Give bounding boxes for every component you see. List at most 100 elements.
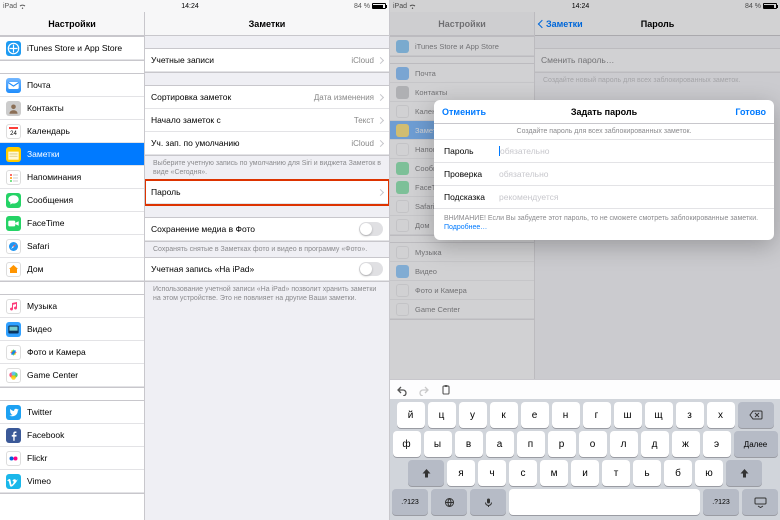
key-mic[interactable] xyxy=(470,489,506,515)
reminders-icon xyxy=(6,170,21,185)
key-letter[interactable]: у xyxy=(459,402,487,428)
key-letter[interactable]: х xyxy=(707,402,735,428)
sidebar-item-reminders[interactable]: Напоминания xyxy=(0,166,144,189)
field-placeholder: обязательно xyxy=(499,169,549,179)
sidebar-item-label: Дом xyxy=(27,264,138,274)
row-default-account[interactable]: Уч. зап. по умолчаниюiCloud xyxy=(145,132,389,155)
music-icon xyxy=(6,299,21,314)
key-letter[interactable]: й xyxy=(397,402,425,428)
key-numbers[interactable]: .?123 xyxy=(392,489,428,515)
sidebar-item-messages[interactable]: Сообщения xyxy=(0,189,144,212)
key-letter[interactable]: э xyxy=(703,431,731,457)
field-verify[interactable]: Проверкаобязательно xyxy=(434,162,774,185)
key-letter[interactable]: ы xyxy=(424,431,452,457)
sidebar-item-flickr[interactable]: Flickr xyxy=(0,447,144,470)
key-letter[interactable]: н xyxy=(552,402,580,428)
key-letter[interactable]: д xyxy=(641,431,669,457)
sidebar-item-photos[interactable]: Фото и Камера xyxy=(0,341,144,364)
sidebar-item-mail[interactable]: Почта xyxy=(0,74,144,97)
row-startwith[interactable]: Начало заметок сТекст xyxy=(145,109,389,132)
facebook-icon xyxy=(6,428,21,443)
sidebar-item-notes[interactable]: Заметки xyxy=(0,143,144,166)
default-account-footer: Выберите учетную запись по умолчанию для… xyxy=(145,156,389,180)
clipboard-icon[interactable] xyxy=(440,384,452,396)
key-letter[interactable]: с xyxy=(509,460,537,486)
key-letter[interactable]: я xyxy=(447,460,475,486)
sidebar-item-appstore[interactable]: iTunes Store и App Store xyxy=(0,37,144,60)
row-accounts[interactable]: Учетные записиiCloud xyxy=(145,49,389,72)
settings-sidebar: Настройки iTunes Store и App Store Почта… xyxy=(0,12,145,520)
field-password[interactable]: Парольобязательно xyxy=(434,139,774,162)
key-letter[interactable]: ц xyxy=(428,402,456,428)
key-backspace[interactable] xyxy=(738,402,774,428)
sidebar-item-facebook[interactable]: Facebook xyxy=(0,424,144,447)
key-letter[interactable]: в xyxy=(455,431,483,457)
done-button[interactable]: Готово xyxy=(735,107,766,117)
learn-more-link[interactable]: Подробнее… xyxy=(444,224,487,231)
key-letter[interactable]: ю xyxy=(695,460,723,486)
vimeo-icon xyxy=(6,474,21,489)
sidebar-item-label: Почта xyxy=(27,80,138,90)
cancel-button[interactable]: Отменить xyxy=(442,107,486,117)
key-globe[interactable] xyxy=(431,489,467,515)
key-letter[interactable]: к xyxy=(490,402,518,428)
sidebar-item-facetime[interactable]: FaceTime xyxy=(0,212,144,235)
sidebar-item-contacts[interactable]: Контакты xyxy=(0,97,144,120)
key-letter[interactable]: п xyxy=(517,431,545,457)
sidebar-item-music[interactable]: Музыка xyxy=(0,295,144,318)
device-label: iPad xyxy=(3,3,17,10)
key-letter[interactable]: г xyxy=(583,402,611,428)
key-shift[interactable] xyxy=(726,460,762,486)
field-hint[interactable]: Подсказкарекомендуется xyxy=(434,185,774,208)
key-space[interactable] xyxy=(509,489,700,515)
sidebar-item-gamecenter[interactable]: Game Center xyxy=(0,364,144,387)
sidebar-item-label: Сообщения xyxy=(27,195,138,205)
undo-icon[interactable] xyxy=(396,384,408,396)
sidebar-item-twitter[interactable]: Twitter xyxy=(0,401,144,424)
sidebar-item-label: Vimeo xyxy=(27,476,138,486)
row-save-media[interactable]: Сохранение медиа в Фото xyxy=(145,218,389,241)
sidebar-item-safari[interactable]: Safari xyxy=(0,235,144,258)
key-letter[interactable]: и xyxy=(571,460,599,486)
sidebar-item-vimeo[interactable]: Vimeo xyxy=(0,470,144,493)
sidebar-item-video[interactable]: Видео xyxy=(0,318,144,341)
row-on-ipad[interactable]: Учетная запись «На iPad» xyxy=(145,258,389,281)
keyboard-area: йцукенгшщзх фывапролджэДалее ячсмитьбю .… xyxy=(390,379,780,520)
row-password[interactable]: Пароль xyxy=(145,181,389,204)
key-letter[interactable]: ш xyxy=(614,402,642,428)
mail-icon xyxy=(6,78,21,93)
key-letter[interactable]: б xyxy=(664,460,692,486)
key-numbers[interactable]: .?123 xyxy=(703,489,739,515)
key-letter[interactable]: а xyxy=(486,431,514,457)
toggle-save-media[interactable] xyxy=(359,222,383,236)
key-letter[interactable]: м xyxy=(540,460,568,486)
key-shift[interactable] xyxy=(408,460,444,486)
contacts-icon xyxy=(6,101,21,116)
row-label: Сортировка заметок xyxy=(151,92,314,102)
key-letter[interactable]: о xyxy=(579,431,607,457)
photos-icon xyxy=(6,345,21,360)
key-letter[interactable]: ж xyxy=(672,431,700,457)
key-letter[interactable]: е xyxy=(521,402,549,428)
detail-title: Заметки xyxy=(145,12,389,36)
key-letter[interactable]: л xyxy=(610,431,638,457)
key-dismiss[interactable] xyxy=(742,489,778,515)
chevron-right-icon xyxy=(377,139,384,146)
sidebar-item-calendar[interactable]: 24Календарь xyxy=(0,120,144,143)
svg-text:24: 24 xyxy=(10,131,17,137)
key-letter[interactable]: ь xyxy=(633,460,661,486)
screenshot-left: iPad 14:24 84 % Настройки iTunes Store и… xyxy=(0,0,390,520)
redo-icon[interactable] xyxy=(418,384,430,396)
toggle-on-ipad[interactable] xyxy=(359,262,383,276)
set-password-modal: Отменить Задать пароль Готово Создайте п… xyxy=(434,100,774,240)
key-letter[interactable]: ф xyxy=(393,431,421,457)
key-letter[interactable]: т xyxy=(602,460,630,486)
key-letter[interactable]: щ xyxy=(645,402,673,428)
key-return[interactable]: Далее xyxy=(734,431,778,457)
key-letter[interactable]: р xyxy=(548,431,576,457)
sidebar-item-home[interactable]: Дом xyxy=(0,258,144,281)
key-letter[interactable]: з xyxy=(676,402,704,428)
chevron-right-icon xyxy=(377,56,384,63)
row-sort[interactable]: Сортировка заметокДата изменения xyxy=(145,86,389,109)
key-letter[interactable]: ч xyxy=(478,460,506,486)
